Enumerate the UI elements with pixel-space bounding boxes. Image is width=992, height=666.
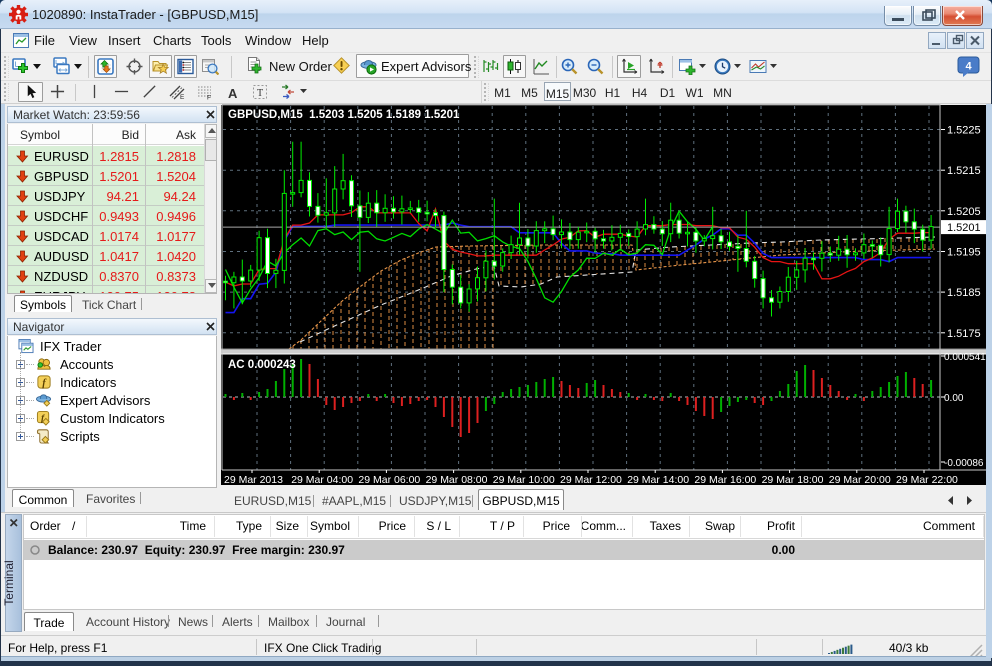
svg-text:1.5195: 1.5195	[947, 247, 981, 259]
svg-text:29 Mar 06:00: 29 Mar 06:00	[358, 474, 420, 485]
svg-text:29 Mar 12:00: 29 Mar 12:00	[560, 474, 622, 485]
svg-text:1.5225: 1.5225	[947, 125, 981, 137]
svg-text:E: E	[180, 94, 185, 100]
svg-text:F: F	[207, 95, 211, 101]
svg-text:29 Mar 04:00: 29 Mar 04:00	[291, 474, 353, 485]
svg-text:29 Mar 18:00: 29 Mar 18:00	[762, 474, 824, 485]
svg-text:29 Mar 16:00: 29 Mar 16:00	[694, 474, 756, 485]
svg-text:29 Mar 20:00: 29 Mar 20:00	[829, 474, 891, 485]
svg-text:T: T	[257, 88, 263, 99]
svg-text:0.000541: 0.000541	[944, 352, 986, 363]
svg-text:4: 4	[965, 61, 972, 73]
svg-text:1.5175: 1.5175	[947, 328, 981, 340]
svg-text:1.5215: 1.5215	[947, 165, 981, 177]
svg-text:GBPUSD,M15 1.5203 1.5205 1.51: GBPUSD,M15 1.5203 1.5205 1.5189 1.5201	[228, 109, 460, 121]
svg-text:1.5205: 1.5205	[947, 206, 981, 218]
svg-text:-0.00086: -0.00086	[944, 458, 984, 469]
svg-text:29 Mar 10:00: 29 Mar 10:00	[493, 474, 555, 485]
svg-text:1.5185: 1.5185	[947, 287, 981, 299]
svg-text:0.00: 0.00	[944, 393, 964, 404]
svg-text:AC 0.000243: AC 0.000243	[228, 359, 296, 371]
svg-text:29 Mar 08:00: 29 Mar 08:00	[426, 474, 488, 485]
svg-text:1.5201: 1.5201	[947, 222, 981, 234]
svg-text:29 Mar 14:00: 29 Mar 14:00	[627, 474, 689, 485]
svg-text:29 Mar 2013: 29 Mar 2013	[224, 474, 283, 485]
svg-text:29 Mar 22:00: 29 Mar 22:00	[896, 474, 958, 485]
